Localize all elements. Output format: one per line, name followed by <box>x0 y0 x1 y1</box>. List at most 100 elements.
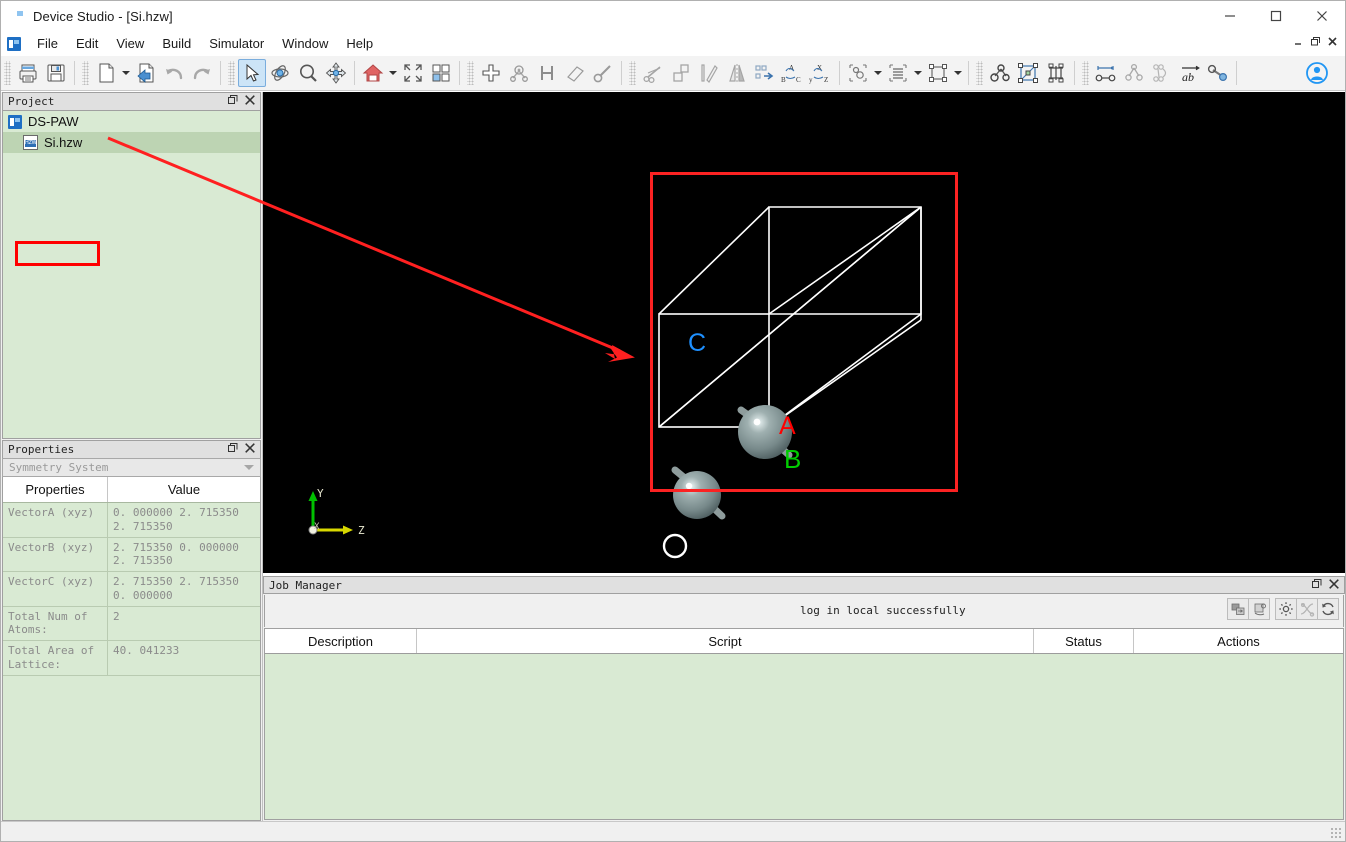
slab-dropdown-caret-icon[interactable] <box>912 59 924 87</box>
rotate-icon[interactable] <box>266 59 294 87</box>
abc-axes-icon[interactable]: A B C <box>779 59 807 87</box>
zoom-icon[interactable] <box>294 59 322 87</box>
select-pointer-icon[interactable] <box>238 59 266 87</box>
menu-item-help[interactable]: Help <box>337 33 382 54</box>
resize-grip[interactable] <box>1330 827 1342 839</box>
mirror-icon[interactable] <box>723 59 751 87</box>
undo-icon[interactable] <box>160 59 188 87</box>
menu-item-edit[interactable]: Edit <box>67 33 107 54</box>
refresh-jobs-icon[interactable] <box>1317 598 1339 620</box>
toolbar-grip[interactable] <box>467 61 474 85</box>
left-dock-column: Project DS-PAW HZW <box>1 92 262 821</box>
menu-item-window[interactable]: Window <box>273 33 337 54</box>
job-manager-header: Job Manager <box>263 576 1345 594</box>
supercell-dropdown-caret-icon[interactable] <box>872 59 884 87</box>
mdi-close-button[interactable] <box>1324 33 1341 50</box>
crystal-builder-icon[interactable] <box>1014 59 1042 87</box>
mdi-restore-button[interactable] <box>1307 33 1324 50</box>
eraser-icon[interactable] <box>561 59 589 87</box>
add-hydrogen-icon[interactable] <box>533 59 561 87</box>
job-manager-float-icon[interactable] <box>1312 579 1322 592</box>
menu-item-build[interactable]: Build <box>153 33 200 54</box>
home-view-icon[interactable] <box>359 59 387 87</box>
new-file-dropdown-caret-icon[interactable] <box>120 59 132 87</box>
print-icon[interactable] <box>14 59 42 87</box>
close-window-button[interactable] <box>1299 1 1345 31</box>
table-row[interactable]: VectorC (xyz) 2. 715350 2. 715350 0. 000… <box>3 572 260 607</box>
job-column-description[interactable]: Description <box>265 629 417 653</box>
new-file-icon[interactable] <box>92 59 120 87</box>
toolbar-grip[interactable] <box>976 61 983 85</box>
svg-text:C: C <box>796 76 801 84</box>
table-row[interactable]: VectorB (xyz) 2. 715350 0. 000000 2. 715… <box>3 538 260 573</box>
duplicate-icon[interactable] <box>667 59 695 87</box>
layout-view-icon[interactable] <box>427 59 455 87</box>
mdi-minimize-button[interactable] <box>1290 33 1307 50</box>
table-row[interactable]: Total Num of Atoms: 2 <box>3 607 260 642</box>
minimize-window-button[interactable] <box>1207 1 1253 31</box>
window-controls <box>1207 1 1345 31</box>
menu-item-simulator[interactable]: Simulator <box>200 33 273 54</box>
cluster-icon[interactable] <box>986 59 1014 87</box>
supercell-icon[interactable] <box>844 59 872 87</box>
upload-job-icon[interactable] <box>1248 598 1270 620</box>
shuffle-jobs-icon[interactable] <box>1296 598 1318 620</box>
pan-icon[interactable] <box>322 59 350 87</box>
cell-bounds-icon[interactable] <box>924 59 952 87</box>
job-list-table[interactable]: Description Script Status Actions <box>264 628 1344 820</box>
job-list-header: Description Script Status Actions <box>265 629 1343 654</box>
cell-bounds-dropdown-caret-icon[interactable] <box>952 59 964 87</box>
structure-viewport[interactable]: C A B Y Z X <box>263 92 1345 573</box>
properties-panel-close-icon[interactable] <box>245 443 255 456</box>
toolbar-grip[interactable] <box>629 61 636 85</box>
axis-label-y: Y <box>317 487 324 500</box>
properties-panel-title: Properties <box>8 443 74 456</box>
job-column-actions[interactable]: Actions <box>1134 629 1343 653</box>
save-icon[interactable] <box>42 59 70 87</box>
project-tree[interactable]: DS-PAW HZW Si.hzw <box>2 110 261 439</box>
toolbar-grip[interactable] <box>1082 61 1089 85</box>
maximize-window-button[interactable] <box>1253 1 1299 31</box>
slab-icon[interactable] <box>884 59 912 87</box>
symmetry-system-select[interactable]: Symmetry System <box>2 458 261 477</box>
toolbar-grip[interactable] <box>82 61 89 85</box>
home-view-dropdown-caret-icon[interactable] <box>387 59 399 87</box>
property-value: 0. 000000 2. 715350 2. 715350 <box>108 503 260 537</box>
properties-column-header: Properties <box>3 477 108 502</box>
redo-icon[interactable] <box>188 59 216 87</box>
xyz-axes-icon[interactable]: X y Z <box>807 59 835 87</box>
tree-item-ds-paw[interactable]: DS-PAW <box>3 111 260 132</box>
selection-frame <box>650 172 958 492</box>
menu-bar: File Edit View Build Simulator Window He… <box>1 31 1345 56</box>
properties-panel-float-icon[interactable] <box>228 443 238 456</box>
bond-tool-icon[interactable] <box>589 59 617 87</box>
project-panel-close-icon[interactable] <box>245 95 255 108</box>
transform-icon[interactable] <box>751 59 779 87</box>
toolbar-grip[interactable] <box>4 61 11 85</box>
tree-item-si-hzw[interactable]: HZW Si.hzw <box>3 132 260 153</box>
dihedral-measure-icon[interactable] <box>1148 59 1176 87</box>
nanotube-icon[interactable] <box>1042 59 1070 87</box>
menu-item-view[interactable]: View <box>107 33 153 54</box>
cut-bond-icon[interactable] <box>639 59 667 87</box>
job-manager-close-icon[interactable] <box>1329 579 1339 592</box>
user-account-icon[interactable] <box>1303 59 1331 87</box>
project-panel-float-icon[interactable] <box>228 95 238 108</box>
settings-gear-icon[interactable] <box>1275 598 1297 620</box>
job-column-script[interactable]: Script <box>417 629 1034 653</box>
angle-measure-icon[interactable] <box>1120 59 1148 87</box>
distance-measure-icon[interactable] <box>1092 59 1120 87</box>
label-ab-icon[interactable]: ab <box>1176 59 1204 87</box>
job-column-status[interactable]: Status <box>1034 629 1134 653</box>
toolbar-grip[interactable] <box>228 61 235 85</box>
add-molecule-icon[interactable] <box>505 59 533 87</box>
measure-icon[interactable] <box>695 59 723 87</box>
table-row[interactable]: Total Area of Lattice: 40. 041233 <box>3 641 260 676</box>
open-file-icon[interactable] <box>132 59 160 87</box>
add-remote-job-icon[interactable] <box>1227 598 1249 620</box>
add-atom-icon[interactable] <box>477 59 505 87</box>
menu-item-file[interactable]: File <box>28 33 67 54</box>
bond-length-icon[interactable] <box>1204 59 1232 87</box>
table-row[interactable]: VectorA (xyz) 0. 000000 2. 715350 2. 715… <box>3 503 260 538</box>
fit-view-icon[interactable] <box>399 59 427 87</box>
